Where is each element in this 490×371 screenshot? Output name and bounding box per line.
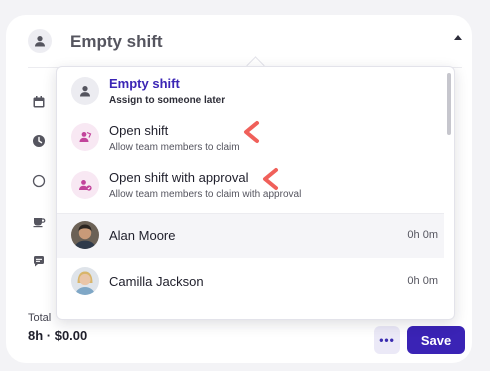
person-icon (71, 77, 99, 105)
note-icon (34, 256, 44, 267)
total-value: 8h · $0.00 (28, 328, 88, 343)
detail-icons-column (32, 95, 48, 285)
clock-icon (33, 135, 45, 147)
option-title: Open shift with approval (109, 170, 249, 185)
scrollbar[interactable] (444, 67, 454, 319)
more-options-button[interactable]: ••• (374, 326, 400, 354)
option-empty-shift[interactable]: Empty shift Assign to someone later (57, 67, 444, 115)
option-title: Open shift (109, 123, 169, 138)
annotation-chevron-icon (263, 168, 278, 190)
option-title: Empty shift (109, 76, 180, 91)
person-hours: 0h 0m (407, 229, 438, 241)
option-open-shift[interactable]: Open shift Allow team members to claim (57, 117, 444, 161)
person-name: Camilla Jackson (109, 274, 204, 289)
option-subtitle: Allow team members to claim (109, 142, 240, 153)
person-icon (28, 29, 52, 53)
person-row-camilla-jackson[interactable]: Camilla Jackson 0h 0m (57, 260, 444, 304)
annotation-chevron-icon (244, 121, 259, 143)
person-hours: 0h 0m (407, 275, 438, 287)
save-button[interactable]: Save (407, 326, 465, 354)
avatar (71, 267, 99, 295)
scrollbar-thumb[interactable] (447, 73, 451, 135)
open-shift-icon (71, 123, 99, 151)
option-open-shift-approval[interactable]: Open shift with approval Allow team memb… (57, 163, 444, 211)
open-shift-approval-icon (71, 171, 99, 199)
assignee-dropdown: Empty shift Assign to someone later Open… (56, 66, 455, 320)
assignee-selector[interactable]: Empty shift (28, 29, 462, 68)
radio-icon[interactable] (32, 174, 46, 188)
calendar-icon (33, 96, 45, 108)
chevron-up-icon[interactable] (454, 35, 462, 40)
selected-assignee-label: Empty shift (70, 32, 163, 51)
option-subtitle: Assign to someone later (109, 95, 226, 106)
total-label: Total (28, 312, 52, 324)
avatar (71, 221, 99, 249)
person-name: Alan Moore (109, 228, 176, 243)
coffee-break-icon (33, 218, 46, 228)
person-row-alan-moore[interactable]: Alan Moore 0h 0m (57, 214, 444, 258)
